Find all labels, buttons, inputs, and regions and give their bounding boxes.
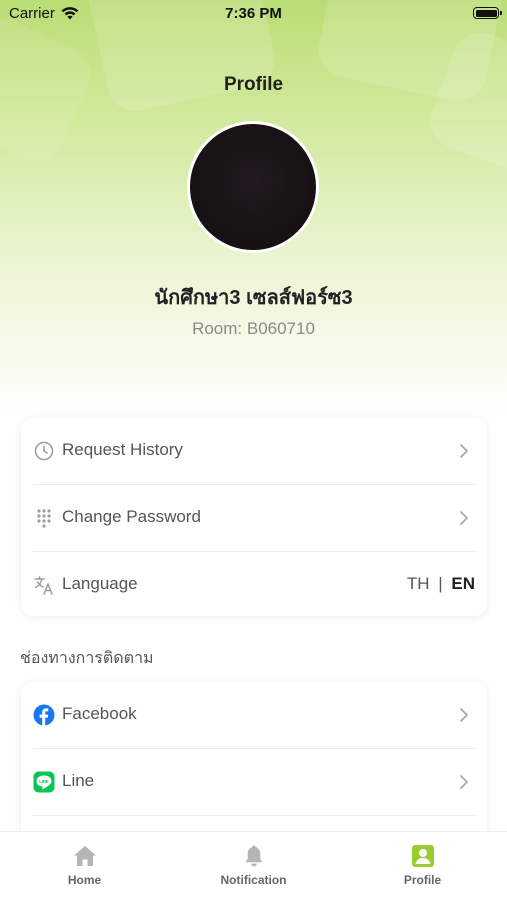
page-title: Profile <box>223 74 284 95</box>
language-label: Language <box>62 574 138 593</box>
language-option-en[interactable]: EN <box>451 574 475 593</box>
line-icon: LINE <box>33 771 55 793</box>
profile-name: นักศึกษา3 เซลส์ฟอร์ซ3 <box>154 287 353 309</box>
tab-home[interactable]: Home <box>0 832 169 901</box>
clock-icon <box>34 441 54 461</box>
language-row: Language TH | EN <box>21 552 487 616</box>
avatar[interactable] <box>187 121 319 253</box>
change-password-row[interactable]: Change Password <box>21 485 487 551</box>
battery-icon <box>473 7 502 19</box>
line-row[interactable]: LINE Line <box>21 749 487 815</box>
chevron-right-icon <box>460 511 468 525</box>
tab-notification[interactable]: Notification <box>169 832 338 901</box>
facebook-row[interactable]: Facebook <box>21 682 487 748</box>
svg-text:LINE: LINE <box>39 779 49 784</box>
keypad-icon <box>37 509 51 528</box>
chevron-right-icon <box>460 775 468 789</box>
line-label: Line <box>62 771 95 790</box>
divider <box>33 815 475 816</box>
language-option-th[interactable]: TH <box>407 574 430 593</box>
tab-notification-label: Notification <box>220 873 287 887</box>
change-password-label: Change Password <box>62 507 201 526</box>
status-bar: Carrier 7:36 PM <box>0 0 507 28</box>
facebook-icon <box>33 704 55 726</box>
home-icon <box>74 846 96 866</box>
request-history-label: Request History <box>62 440 183 459</box>
tab-profile-label: Profile <box>403 873 442 887</box>
language-switch: TH | EN <box>407 574 475 594</box>
language-separator: | <box>438 574 443 593</box>
chevron-right-icon <box>460 708 468 722</box>
profile-room: Room: B060710 <box>192 319 315 338</box>
tab-home-label: Home <box>67 873 102 887</box>
follow-section-title: ช่องทางการติดตาม <box>20 650 154 667</box>
chevron-right-icon <box>460 444 468 458</box>
status-time: 7:36 PM <box>225 5 282 22</box>
translate-icon <box>34 576 53 595</box>
follow-card: Facebook LINE Line <box>21 682 487 842</box>
bell-icon <box>245 845 263 867</box>
request-history-row[interactable]: Request History <box>21 418 487 484</box>
profile-icon <box>412 845 434 867</box>
tab-profile[interactable]: Profile <box>338 832 507 901</box>
tab-bar: Home Notification Profile <box>0 831 507 901</box>
facebook-label: Facebook <box>62 704 137 723</box>
settings-card: Request History Change Password Language… <box>21 418 487 616</box>
